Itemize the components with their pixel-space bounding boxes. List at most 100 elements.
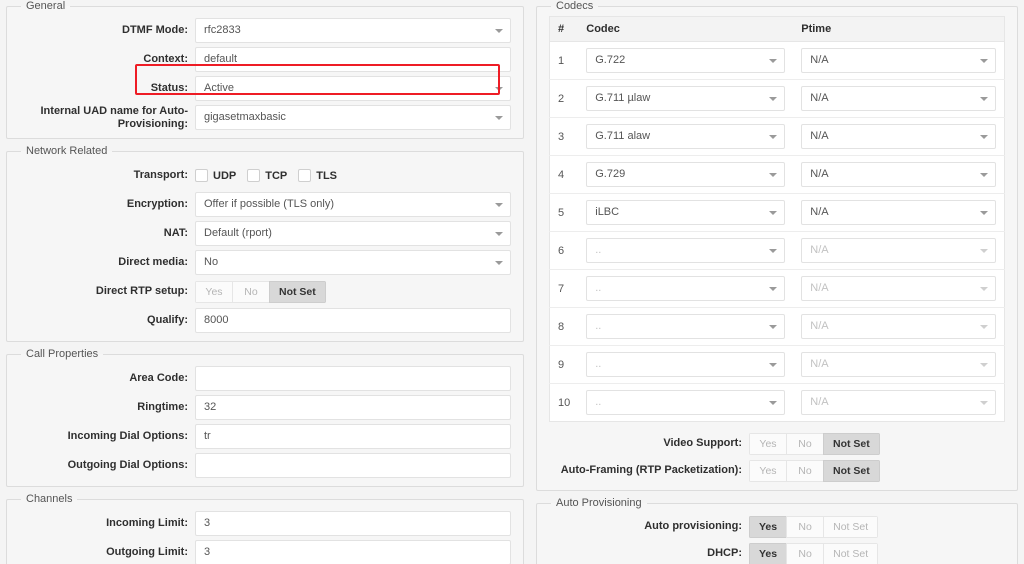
group-general-legend: General bbox=[26, 0, 66, 12]
segment-video-support-no[interactable]: No bbox=[786, 432, 823, 455]
select-codec-4[interactable]: G.729 bbox=[586, 162, 786, 187]
label-direct-rtp-setup: Direct RTP setup: bbox=[95, 285, 188, 298]
select-internal-uad-name[interactable]: gigasetmaxbasic bbox=[195, 105, 511, 130]
select-codec-6[interactable]: .. bbox=[586, 238, 786, 263]
select-ptime-9[interactable]: N/A bbox=[801, 352, 996, 377]
select-codec-8[interactable]: .. bbox=[586, 314, 786, 339]
select-nat[interactable]: Default (rport) bbox=[195, 221, 511, 246]
transport-option-tls[interactable]: TLS bbox=[298, 169, 337, 182]
select-codec-2[interactable]: G.711 µlaw bbox=[586, 86, 786, 111]
select-ptime-3[interactable]: N/A bbox=[801, 124, 996, 149]
input-outgoing-limit[interactable]: 3 bbox=[195, 540, 511, 564]
input-outgoing-dial-options[interactable] bbox=[195, 453, 511, 478]
segment-auto-framing-not-set[interactable]: Not Set bbox=[823, 459, 880, 482]
table-row: 2 G.711 µlaw N/A bbox=[549, 79, 1005, 118]
select-ptime-4[interactable]: N/A bbox=[801, 162, 996, 187]
segment-auto-provisioning-yes[interactable]: Yes bbox=[749, 515, 787, 538]
label-dtmf-mode: DTMF Mode: bbox=[122, 24, 188, 37]
select-ptime-10[interactable]: N/A bbox=[801, 390, 996, 415]
segment-dhcp-no[interactable]: No bbox=[786, 542, 824, 564]
select-status[interactable]: Active bbox=[195, 76, 511, 101]
label-outgoing-dial-options: Outgoing Dial Options: bbox=[67, 459, 188, 472]
select-ptime-2[interactable]: N/A bbox=[801, 86, 996, 111]
group-codecs: Codecs # Codec Ptime 1 G.722 N/A 2 G.711… bbox=[536, 0, 1018, 491]
field-row-auto-provisioning: Auto provisioning: Yes No Not Set bbox=[549, 513, 1005, 540]
field-row-outgoing-limit: Outgoing Limit: 3 bbox=[19, 538, 511, 564]
segment-direct-rtp-no[interactable]: No bbox=[232, 280, 269, 303]
label-context: Context: bbox=[143, 53, 188, 66]
label-auto-provisioning: Auto provisioning: bbox=[644, 520, 742, 533]
field-row-qualify: Qualify: 8000 bbox=[19, 306, 511, 335]
select-direct-media[interactable]: No bbox=[195, 250, 511, 275]
field-row-direct-media: Direct media: No bbox=[19, 248, 511, 277]
select-dtmf-mode[interactable]: rfc2833 bbox=[195, 18, 511, 43]
label-tls: TLS bbox=[316, 169, 338, 182]
input-incoming-dial-options[interactable]: tr bbox=[195, 424, 511, 449]
checkbox-tcp[interactable] bbox=[247, 169, 261, 182]
group-network-related: Network Related Transport: UDP TCP TLS E… bbox=[6, 145, 524, 342]
segment-auto-framing-yes[interactable]: Yes bbox=[749, 459, 786, 482]
label-encryption: Encryption: bbox=[126, 198, 188, 211]
segment-video-support-yes[interactable]: Yes bbox=[749, 432, 786, 455]
select-ptime-1[interactable]: N/A bbox=[801, 48, 996, 73]
label-outgoing-limit: Outgoing Limit: bbox=[106, 546, 188, 559]
group-channels: Channels Incoming Limit: 3 Outgoing Limi… bbox=[6, 493, 524, 564]
select-ptime-6[interactable]: N/A bbox=[801, 238, 996, 263]
segmented-dhcp: Yes No Not Set bbox=[749, 542, 879, 564]
group-codecs-legend: Codecs bbox=[556, 0, 594, 12]
label-tcp: TCP bbox=[265, 169, 288, 182]
checkbox-tls[interactable] bbox=[298, 169, 312, 182]
field-row-encryption: Encryption: Offer if possible (TLS only) bbox=[19, 190, 511, 219]
segment-auto-framing-no[interactable]: No bbox=[786, 459, 823, 482]
field-row-outgoing-dial-options: Outgoing Dial Options: bbox=[19, 451, 511, 480]
label-dhcp: DHCP: bbox=[707, 547, 742, 560]
label-nat: NAT: bbox=[163, 227, 188, 240]
segment-auto-provisioning-no[interactable]: No bbox=[786, 515, 824, 538]
select-codec-7[interactable]: .. bbox=[586, 276, 786, 301]
codec-index: 8 bbox=[549, 307, 579, 346]
table-row: 9 .. N/A bbox=[549, 345, 1005, 384]
label-internal-uad-name: Internal UAD name for Auto-Provisioning: bbox=[40, 104, 189, 130]
codec-index: 10 bbox=[558, 396, 571, 409]
codec-table: # Codec Ptime 1 G.722 N/A 2 G.711 µlaw N… bbox=[549, 16, 1005, 422]
select-ptime-8[interactable]: N/A bbox=[801, 314, 996, 339]
codec-index: 5 bbox=[549, 193, 579, 232]
table-row: 8 .. N/A bbox=[549, 307, 1005, 346]
segment-dhcp-yes[interactable]: Yes bbox=[749, 542, 787, 564]
select-codec-9[interactable]: .. bbox=[586, 352, 786, 377]
table-row: 7 .. N/A bbox=[549, 269, 1005, 308]
select-codec-5[interactable]: iLBC bbox=[586, 200, 786, 225]
field-row-video-support: Video Support: Yes No Not Set bbox=[549, 430, 1005, 457]
checkbox-udp[interactable] bbox=[195, 169, 208, 182]
select-codec-1[interactable]: G.722 bbox=[586, 48, 786, 73]
label-direct-media: Direct media: bbox=[118, 256, 188, 269]
select-codec-3[interactable]: G.711 alaw bbox=[586, 124, 786, 149]
label-incoming-dial-options: Incoming Dial Options: bbox=[67, 430, 188, 443]
input-qualify[interactable]: 8000 bbox=[195, 308, 511, 333]
segment-direct-rtp-not-set[interactable]: Not Set bbox=[269, 280, 326, 303]
table-row: 1 G.722 N/A bbox=[549, 41, 1005, 80]
input-area-code[interactable] bbox=[195, 366, 511, 391]
input-context[interactable]: default bbox=[195, 47, 511, 72]
codec-index: 7 bbox=[549, 269, 579, 308]
field-row-transport: Transport: UDP TCP TLS bbox=[19, 161, 511, 190]
codec-index: 1 bbox=[549, 41, 579, 80]
field-row-dtmf-mode: DTMF Mode: rfc2833 bbox=[19, 16, 511, 45]
input-incoming-limit[interactable]: 3 bbox=[195, 511, 511, 536]
transport-option-udp[interactable]: UDP bbox=[195, 169, 236, 182]
transport-option-tcp[interactable]: TCP bbox=[247, 169, 287, 182]
segment-video-support-not-set[interactable]: Not Set bbox=[823, 432, 880, 455]
table-row: 6 .. N/A bbox=[549, 231, 1005, 270]
select-ptime-5[interactable]: N/A bbox=[801, 200, 996, 225]
segment-dhcp-not-set[interactable]: Not Set bbox=[823, 542, 879, 564]
column-header-codec: Codec bbox=[578, 16, 794, 42]
input-ringtime[interactable]: 32 bbox=[195, 395, 511, 420]
segment-direct-rtp-yes[interactable]: Yes bbox=[195, 280, 232, 303]
form-page: General DTMF Mode: rfc2833 Context: defa… bbox=[0, 0, 1024, 564]
group-auto-provisioning: Auto Provisioning Auto provisioning: Yes… bbox=[536, 497, 1018, 564]
codec-index: 4 bbox=[549, 155, 579, 194]
select-ptime-7[interactable]: N/A bbox=[801, 276, 996, 301]
segment-auto-provisioning-not-set[interactable]: Not Set bbox=[823, 515, 879, 538]
select-encryption[interactable]: Offer if possible (TLS only) bbox=[195, 192, 511, 217]
select-codec-10[interactable]: .. bbox=[586, 390, 786, 415]
